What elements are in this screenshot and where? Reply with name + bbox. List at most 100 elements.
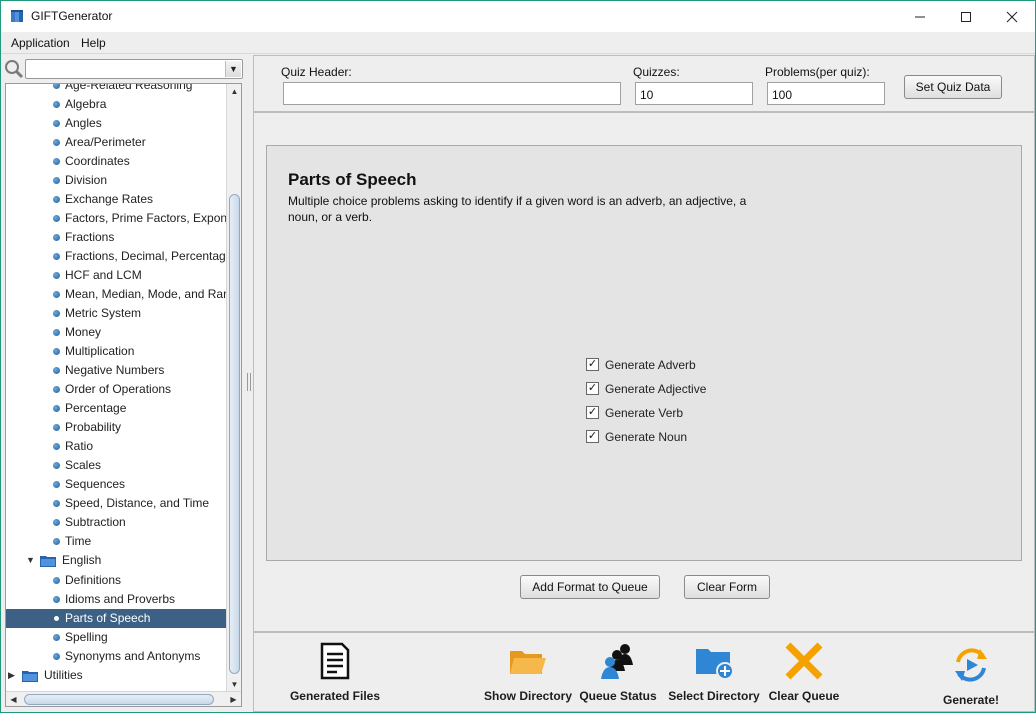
tree-leaf-icon: [53, 386, 60, 393]
checkbox[interactable]: ✓: [586, 430, 599, 443]
checkbox[interactable]: ✓: [586, 358, 599, 371]
set-quiz-data-button[interactable]: Set Quiz Data: [904, 75, 1002, 99]
pane-splitter[interactable]: [245, 55, 253, 712]
tree-item[interactable]: Multiplication: [6, 342, 226, 361]
tree-item-label: Angles: [65, 116, 102, 130]
tree-leaf-icon: [53, 634, 60, 641]
action-toolbar: Generated Files Show Directory Queue Sta…: [253, 632, 1035, 712]
tree-item[interactable]: Definitions: [6, 571, 226, 590]
tree-leaf-icon: [53, 367, 60, 374]
clear-form-button[interactable]: Clear Form: [684, 575, 770, 599]
tree-leaf-icon: [53, 519, 60, 526]
tree-item[interactable]: Algebra: [6, 95, 226, 114]
generated-files-button[interactable]: Generated Files: [284, 633, 386, 711]
tree-item[interactable]: Coordinates: [6, 152, 226, 171]
tree-horizontal-scrollbar[interactable]: ◀ ▶: [6, 691, 241, 706]
tree-leaf-icon: [53, 424, 60, 431]
tree-item-label: Subtraction: [65, 515, 126, 529]
quiz-header-input[interactable]: [283, 82, 621, 105]
expanded-icon[interactable]: ▼: [26, 551, 35, 570]
tree-item[interactable]: Fractions, Decimal, Percentage: [6, 247, 226, 266]
folder-open-icon: [510, 651, 546, 674]
tree-item[interactable]: Probability: [6, 418, 226, 437]
tree-item[interactable]: Spelling: [6, 628, 226, 647]
tree-item-label: Synonyms and Antonyms: [65, 649, 201, 663]
tree-item-label: Definitions: [65, 573, 122, 587]
tree-item[interactable]: Parts of Speech: [6, 609, 226, 628]
show-directory-button[interactable]: Show Directory: [482, 633, 574, 711]
tree-item[interactable]: Money: [6, 323, 226, 342]
scroll-down-icon[interactable]: ▼: [227, 677, 241, 692]
menu-application[interactable]: Application: [11, 36, 70, 50]
tree-item-label: Speed, Distance, and Time: [65, 496, 210, 510]
tree-item[interactable]: Fractions: [6, 228, 226, 247]
tree-item[interactable]: Mean, Median, Mode, and Range: [6, 285, 226, 304]
tree-item[interactable]: Speed, Distance, and Time: [6, 494, 226, 513]
menu-help[interactable]: Help: [81, 36, 106, 50]
problems-input[interactable]: 100: [767, 82, 885, 105]
tree-item[interactable]: Percentage: [6, 399, 226, 418]
tree-item[interactable]: Exchange Rates: [6, 190, 226, 209]
tree-item[interactable]: Scales: [6, 456, 226, 475]
topic-tree: ▶ Utilities Synonyms and Antonyms Spelling P…: [5, 83, 242, 707]
tree-item[interactable]: Area/Perimeter: [6, 133, 226, 152]
tree-leaf-icon: [53, 291, 60, 298]
tree-item-label: Order of Operations: [65, 382, 172, 396]
show-directory-label: Show Directory: [483, 689, 573, 703]
title-bar: GIFTGenerator: [1, 1, 1035, 32]
tree-leaf-icon: [53, 348, 60, 355]
tree-item[interactable]: Order of Operations: [6, 380, 226, 399]
tree-leaf-icon: [53, 596, 60, 603]
tree-item[interactable]: Factors, Prime Factors, Exponents: [6, 209, 226, 228]
tree-folder-label: English: [62, 553, 102, 567]
tree-item-label: Factors, Prime Factors, Exponents: [65, 211, 226, 225]
tree-item[interactable]: Ratio: [6, 437, 226, 456]
minimize-button[interactable]: [897, 1, 943, 32]
clear-queue-label: Clear Queue: [768, 689, 840, 703]
tree-item-label: Idioms and Proverbs: [65, 592, 176, 606]
tree-item-label: Metric System: [65, 306, 142, 320]
tree-item[interactable]: Time: [6, 532, 226, 551]
scrollbar-thumb[interactable]: [229, 194, 240, 674]
maximize-button[interactable]: [943, 1, 989, 32]
tree-leaf-icon: [53, 329, 60, 336]
checkbox[interactable]: ✓: [586, 406, 599, 419]
tree-folder[interactable]: ▼ English: [6, 551, 226, 570]
tree-leaf-icon: [53, 462, 60, 469]
tree-folder[interactable]: ▶ Utilities: [6, 666, 226, 685]
scroll-right-icon[interactable]: ▶: [226, 692, 241, 706]
tree-item-label: Negative Numbers: [65, 363, 165, 377]
tree-item[interactable]: Synonyms and Antonyms: [6, 647, 226, 666]
quiz-header-label: Quiz Header:: [281, 65, 352, 79]
tree-leaf-icon: [53, 84, 60, 89]
chevron-down-icon[interactable]: ▼: [225, 61, 241, 77]
checkbox[interactable]: ✓: [586, 382, 599, 395]
format-title: Parts of Speech: [288, 170, 417, 189]
select-directory-label: Select Directory: [668, 689, 760, 703]
tree-leaf-icon: [53, 101, 60, 108]
generate-button[interactable]: Generate!: [934, 633, 1008, 711]
tree-item[interactable]: Metric System: [6, 304, 226, 323]
quizzes-input[interactable]: 10: [635, 82, 753, 105]
tree-item[interactable]: Negative Numbers: [6, 361, 226, 380]
scrollbar-thumb[interactable]: [24, 694, 214, 705]
queue-status-button[interactable]: Queue Status: [578, 633, 658, 711]
tree-item[interactable]: Angles: [6, 114, 226, 133]
close-button[interactable]: [989, 1, 1035, 32]
tree-item[interactable]: Age-Related Reasoning: [6, 84, 226, 95]
collapsed-icon[interactable]: ▶: [8, 666, 15, 685]
queue-status-label: Queue Status: [579, 689, 657, 703]
tree-item[interactable]: Division: [6, 171, 226, 190]
tree-item[interactable]: Sequences: [6, 475, 226, 494]
tree-item[interactable]: Subtraction: [6, 513, 226, 532]
scroll-up-icon[interactable]: ▲: [227, 84, 241, 99]
tree-item-label: Exchange Rates: [65, 192, 154, 206]
tree-item[interactable]: HCF and LCM: [6, 266, 226, 285]
select-directory-button[interactable]: Select Directory: [664, 633, 764, 711]
search-combo[interactable]: ▼: [25, 59, 243, 79]
clear-queue-button[interactable]: Clear Queue: [764, 633, 844, 711]
scroll-left-icon[interactable]: ◀: [6, 692, 21, 706]
add-format-to-queue-button[interactable]: Add Format to Queue: [520, 575, 660, 599]
tree-item[interactable]: Idioms and Proverbs: [6, 590, 226, 609]
tree-vertical-scrollbar[interactable]: ▲ ▼: [226, 84, 241, 692]
